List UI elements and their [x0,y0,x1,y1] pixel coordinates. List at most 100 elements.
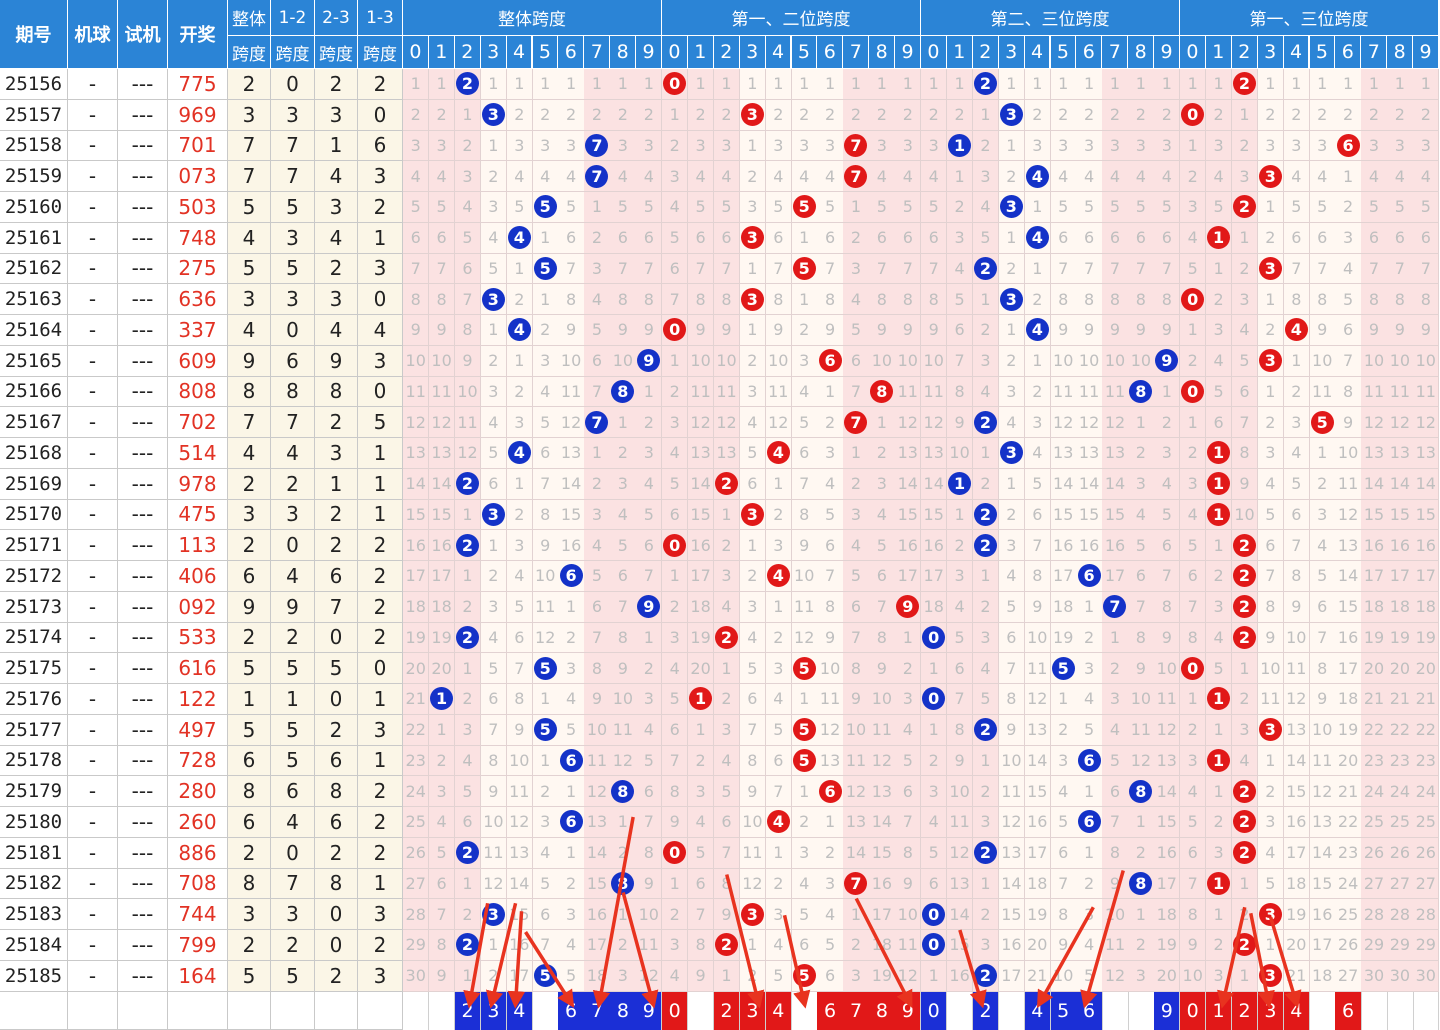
selected-digit[interactable]: 7 [584,991,611,1030]
omission-count: 10 [869,345,896,377]
omission-count: 4 [921,161,948,192]
selected-digit[interactable]: 4 [1024,991,1051,1030]
selected-digit[interactable]: 2 [454,991,482,1030]
selected-digit[interactable]: 6 [817,991,844,1030]
digit-header: 5 [532,36,559,69]
omission-count: 21 [1361,684,1388,715]
selected-digit[interactable]: 2 [972,991,1000,1030]
omission-count: 2 [1128,837,1155,869]
row-s13: 1 [358,468,403,500]
omission-count: 15 [584,868,611,900]
omission-count: 5 [428,192,456,223]
omission-count: 9 [739,776,767,807]
omission-count: 20 [687,653,715,684]
row-s13: 2 [358,591,403,623]
omission-count: 9 [1309,315,1336,346]
selected-digit[interactable]: 2 [1231,991,1259,1030]
omission-count: 2 [1076,99,1103,131]
omission-count: 3 [1180,468,1207,500]
omission-count: 1 [817,376,844,408]
hit-ball: 7 [585,410,609,434]
omission-count: 3 [532,807,559,838]
omission-count: 17 [921,561,948,592]
omission-count: 4 [713,161,741,192]
omission-count: 10 [1050,345,1077,377]
omission-count: 8 [1361,284,1388,315]
trend-cell: 6 [817,776,844,807]
omission-count: 11 [403,376,430,408]
selected-digit[interactable]: 1 [1205,991,1233,1030]
selected-digit[interactable]: 0 [921,991,948,1030]
omission-count: 12 [895,407,922,438]
omission-count: 3 [1180,745,1207,777]
selected-digit[interactable]: 8 [610,991,637,1030]
omission-count: 11 [1387,376,1414,408]
omission-count: 2 [998,499,1026,531]
selected-digit[interactable]: 8 [869,991,896,1030]
omission-count: 14 [584,837,611,869]
selected-digit[interactable]: 4 [765,991,792,1030]
omission-count: 3 [1413,130,1440,162]
row-issue: 25171 [0,530,68,561]
trend-cell: 1 [428,684,456,715]
omission-count: 14 [1076,468,1103,500]
selected-digit[interactable]: 4 [1283,991,1310,1030]
omission-count: 1 [584,438,611,469]
omission-count: 4 [1180,499,1207,531]
omission-count: 2 [428,745,456,777]
selected-digit[interactable]: 7 [843,991,870,1030]
omission-count: 4 [584,530,611,561]
omission-count: 4 [662,438,689,469]
omission-count: 5 [610,192,637,223]
trend-cell: 4 [765,807,792,838]
selected-digit[interactable]: 2 [713,991,741,1030]
selected-digit[interactable]: 9 [636,991,663,1030]
hit-ball: 3 [999,103,1023,127]
trend-cell: 2 [454,930,482,961]
omission-count: 8 [584,653,611,684]
selected-digit[interactable]: 9 [1154,991,1181,1030]
omission-count: 10 [687,345,715,377]
selected-digit[interactable]: 6 [1076,991,1103,1030]
omission-count: 9 [1024,591,1051,623]
omission-count: 1 [480,130,508,162]
selected-digit[interactable]: 3 [739,991,767,1030]
selected-digit[interactable]: 5 [1050,991,1077,1030]
row-s12: 3 [271,499,315,531]
selected-digit[interactable]: 0 [1180,991,1207,1030]
selected-digit[interactable]: 6 [558,991,585,1030]
omission-count: 1 [1205,899,1233,930]
omission-count: 13 [1050,438,1077,469]
omission-count: 22 [1361,714,1388,746]
omission-count: 10 [1128,345,1155,377]
omission-count: 4 [506,161,533,192]
omission-count: 11 [558,376,585,408]
hit-ball: 3 [999,287,1023,311]
hit-ball: 0 [663,318,687,342]
omission-count: 20 [1335,745,1362,777]
row-s13: 2 [358,530,403,561]
selected-digit[interactable]: 0 [662,991,689,1030]
row-issue: 25183 [0,899,68,930]
digit-header: 7 [1361,36,1388,69]
selected-digit[interactable]: 3 [480,991,508,1030]
omission-count: 1 [843,69,870,100]
selected-digit[interactable]: 3 [1257,991,1285,1030]
selection-empty-cell [1387,991,1414,1030]
digit-header: 5 [1309,36,1336,69]
omission-count: 10 [1180,960,1207,992]
digit-header: 6 [817,36,844,69]
omission-count: 16 [946,960,974,992]
omission-count: 9 [1154,622,1181,654]
row-machine: - [68,468,118,500]
selected-digit[interactable]: 4 [506,991,533,1030]
hit-ball: 5 [792,195,816,219]
omission-count: 11 [506,776,533,807]
selected-digit[interactable]: 9 [895,991,922,1030]
row-s23: 0 [315,930,358,961]
selected-digit[interactable]: 6 [1335,991,1362,1030]
omission-count: 12 [1076,407,1103,438]
omission-count: 3 [403,130,430,162]
omission-count: 1 [791,776,818,807]
omission-count: 6 [1050,837,1077,869]
